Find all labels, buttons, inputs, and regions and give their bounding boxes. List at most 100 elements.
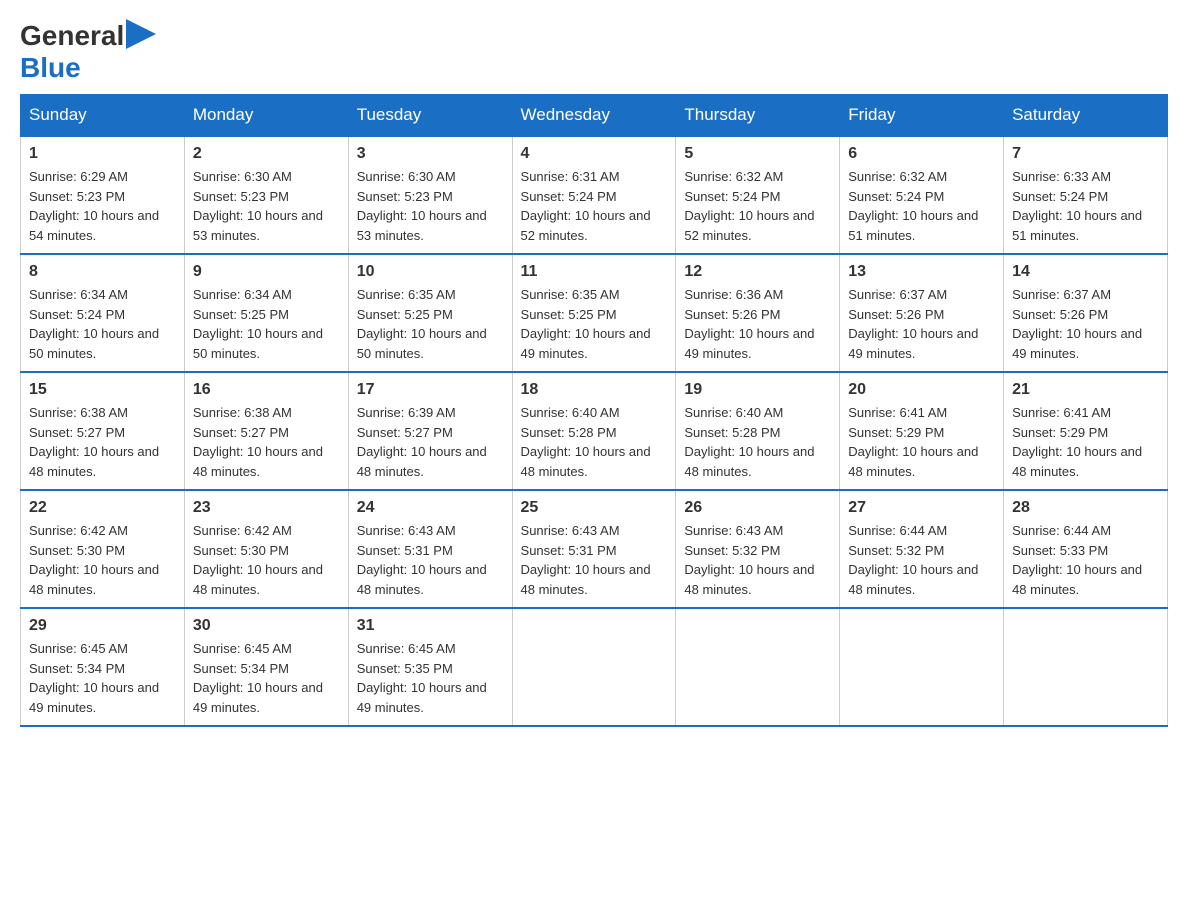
day-info: Sunrise: 6:31 AM Sunset: 5:24 PM Dayligh…: [521, 167, 668, 245]
calendar-cell: 20 Sunrise: 6:41 AM Sunset: 5:29 PM Dayl…: [840, 372, 1004, 490]
calendar-cell: 31 Sunrise: 6:45 AM Sunset: 5:35 PM Dayl…: [348, 608, 512, 726]
header-wednesday: Wednesday: [512, 95, 676, 137]
header-sunday: Sunday: [21, 95, 185, 137]
day-number: 24: [357, 499, 504, 517]
calendar-cell: 30 Sunrise: 6:45 AM Sunset: 5:34 PM Dayl…: [184, 608, 348, 726]
week-row-4: 22 Sunrise: 6:42 AM Sunset: 5:30 PM Dayl…: [21, 490, 1168, 608]
day-info: Sunrise: 6:42 AM Sunset: 5:30 PM Dayligh…: [193, 521, 340, 599]
calendar-cell: 10 Sunrise: 6:35 AM Sunset: 5:25 PM Dayl…: [348, 254, 512, 372]
header-thursday: Thursday: [676, 95, 840, 137]
day-number: 22: [29, 499, 176, 517]
calendar-header-row: SundayMondayTuesdayWednesdayThursdayFrid…: [21, 95, 1168, 137]
calendar-cell: 25 Sunrise: 6:43 AM Sunset: 5:31 PM Dayl…: [512, 490, 676, 608]
day-info: Sunrise: 6:40 AM Sunset: 5:28 PM Dayligh…: [521, 403, 668, 481]
calendar-cell: [1004, 608, 1168, 726]
day-info: Sunrise: 6:30 AM Sunset: 5:23 PM Dayligh…: [193, 167, 340, 245]
header-tuesday: Tuesday: [348, 95, 512, 137]
calendar-cell: 19 Sunrise: 6:40 AM Sunset: 5:28 PM Dayl…: [676, 372, 840, 490]
day-number: 20: [848, 381, 995, 399]
day-number: 9: [193, 263, 340, 281]
calendar-cell: 12 Sunrise: 6:36 AM Sunset: 5:26 PM Dayl…: [676, 254, 840, 372]
day-number: 8: [29, 263, 176, 281]
week-row-5: 29 Sunrise: 6:45 AM Sunset: 5:34 PM Dayl…: [21, 608, 1168, 726]
header-monday: Monday: [184, 95, 348, 137]
week-row-2: 8 Sunrise: 6:34 AM Sunset: 5:24 PM Dayli…: [21, 254, 1168, 372]
calendar-cell: 29 Sunrise: 6:45 AM Sunset: 5:34 PM Dayl…: [21, 608, 185, 726]
header-friday: Friday: [840, 95, 1004, 137]
calendar-cell: 3 Sunrise: 6:30 AM Sunset: 5:23 PM Dayli…: [348, 136, 512, 254]
day-info: Sunrise: 6:35 AM Sunset: 5:25 PM Dayligh…: [521, 285, 668, 363]
calendar-cell: 6 Sunrise: 6:32 AM Sunset: 5:24 PM Dayli…: [840, 136, 1004, 254]
day-info: Sunrise: 6:38 AM Sunset: 5:27 PM Dayligh…: [29, 403, 176, 481]
calendar-cell: [840, 608, 1004, 726]
day-info: Sunrise: 6:34 AM Sunset: 5:25 PM Dayligh…: [193, 285, 340, 363]
calendar-cell: 14 Sunrise: 6:37 AM Sunset: 5:26 PM Dayl…: [1004, 254, 1168, 372]
day-number: 31: [357, 617, 504, 635]
day-number: 6: [848, 145, 995, 163]
day-number: 4: [521, 145, 668, 163]
day-info: Sunrise: 6:44 AM Sunset: 5:32 PM Dayligh…: [848, 521, 995, 599]
calendar-cell: 1 Sunrise: 6:29 AM Sunset: 5:23 PM Dayli…: [21, 136, 185, 254]
day-info: Sunrise: 6:36 AM Sunset: 5:26 PM Dayligh…: [684, 285, 831, 363]
calendar-cell: 21 Sunrise: 6:41 AM Sunset: 5:29 PM Dayl…: [1004, 372, 1168, 490]
day-info: Sunrise: 6:41 AM Sunset: 5:29 PM Dayligh…: [1012, 403, 1159, 481]
day-info: Sunrise: 6:44 AM Sunset: 5:33 PM Dayligh…: [1012, 521, 1159, 599]
day-info: Sunrise: 6:33 AM Sunset: 5:24 PM Dayligh…: [1012, 167, 1159, 245]
calendar-cell: 17 Sunrise: 6:39 AM Sunset: 5:27 PM Dayl…: [348, 372, 512, 490]
calendar-cell: [512, 608, 676, 726]
day-number: 15: [29, 381, 176, 399]
day-info: Sunrise: 6:45 AM Sunset: 5:35 PM Dayligh…: [357, 639, 504, 717]
day-info: Sunrise: 6:43 AM Sunset: 5:31 PM Dayligh…: [521, 521, 668, 599]
day-info: Sunrise: 6:29 AM Sunset: 5:23 PM Dayligh…: [29, 167, 176, 245]
day-number: 28: [1012, 499, 1159, 517]
day-number: 29: [29, 617, 176, 635]
calendar-cell: 24 Sunrise: 6:43 AM Sunset: 5:31 PM Dayl…: [348, 490, 512, 608]
calendar-cell: 5 Sunrise: 6:32 AM Sunset: 5:24 PM Dayli…: [676, 136, 840, 254]
day-info: Sunrise: 6:37 AM Sunset: 5:26 PM Dayligh…: [848, 285, 995, 363]
day-number: 23: [193, 499, 340, 517]
day-info: Sunrise: 6:43 AM Sunset: 5:32 PM Dayligh…: [684, 521, 831, 599]
day-number: 18: [521, 381, 668, 399]
day-info: Sunrise: 6:37 AM Sunset: 5:26 PM Dayligh…: [1012, 285, 1159, 363]
logo-general-text: General: [20, 20, 124, 52]
day-number: 26: [684, 499, 831, 517]
calendar-cell: [676, 608, 840, 726]
calendar-cell: 2 Sunrise: 6:30 AM Sunset: 5:23 PM Dayli…: [184, 136, 348, 254]
header-saturday: Saturday: [1004, 95, 1168, 137]
calendar-cell: 18 Sunrise: 6:40 AM Sunset: 5:28 PM Dayl…: [512, 372, 676, 490]
logo-blue-text: Blue: [20, 52, 81, 83]
week-row-1: 1 Sunrise: 6:29 AM Sunset: 5:23 PM Dayli…: [21, 136, 1168, 254]
day-number: 2: [193, 145, 340, 163]
calendar-cell: 9 Sunrise: 6:34 AM Sunset: 5:25 PM Dayli…: [184, 254, 348, 372]
calendar-cell: 28 Sunrise: 6:44 AM Sunset: 5:33 PM Dayl…: [1004, 490, 1168, 608]
calendar-cell: 27 Sunrise: 6:44 AM Sunset: 5:32 PM Dayl…: [840, 490, 1004, 608]
day-number: 7: [1012, 145, 1159, 163]
day-number: 25: [521, 499, 668, 517]
calendar-cell: 16 Sunrise: 6:38 AM Sunset: 5:27 PM Dayl…: [184, 372, 348, 490]
day-number: 13: [848, 263, 995, 281]
day-number: 21: [1012, 381, 1159, 399]
day-info: Sunrise: 6:38 AM Sunset: 5:27 PM Dayligh…: [193, 403, 340, 481]
day-number: 19: [684, 381, 831, 399]
day-number: 12: [684, 263, 831, 281]
calendar-cell: 26 Sunrise: 6:43 AM Sunset: 5:32 PM Dayl…: [676, 490, 840, 608]
calendar-cell: 15 Sunrise: 6:38 AM Sunset: 5:27 PM Dayl…: [21, 372, 185, 490]
week-row-3: 15 Sunrise: 6:38 AM Sunset: 5:27 PM Dayl…: [21, 372, 1168, 490]
calendar-cell: 11 Sunrise: 6:35 AM Sunset: 5:25 PM Dayl…: [512, 254, 676, 372]
day-number: 11: [521, 263, 668, 281]
day-number: 27: [848, 499, 995, 517]
day-info: Sunrise: 6:39 AM Sunset: 5:27 PM Dayligh…: [357, 403, 504, 481]
day-number: 3: [357, 145, 504, 163]
day-info: Sunrise: 6:32 AM Sunset: 5:24 PM Dayligh…: [684, 167, 831, 245]
logo: General Blue: [20, 20, 156, 84]
day-info: Sunrise: 6:45 AM Sunset: 5:34 PM Dayligh…: [29, 639, 176, 717]
day-info: Sunrise: 6:35 AM Sunset: 5:25 PM Dayligh…: [357, 285, 504, 363]
day-info: Sunrise: 6:41 AM Sunset: 5:29 PM Dayligh…: [848, 403, 995, 481]
day-info: Sunrise: 6:30 AM Sunset: 5:23 PM Dayligh…: [357, 167, 504, 245]
day-info: Sunrise: 6:40 AM Sunset: 5:28 PM Dayligh…: [684, 403, 831, 481]
calendar-cell: 22 Sunrise: 6:42 AM Sunset: 5:30 PM Dayl…: [21, 490, 185, 608]
day-info: Sunrise: 6:34 AM Sunset: 5:24 PM Dayligh…: [29, 285, 176, 363]
day-number: 30: [193, 617, 340, 635]
calendar-table: SundayMondayTuesdayWednesdayThursdayFrid…: [20, 94, 1168, 727]
calendar-cell: 7 Sunrise: 6:33 AM Sunset: 5:24 PM Dayli…: [1004, 136, 1168, 254]
